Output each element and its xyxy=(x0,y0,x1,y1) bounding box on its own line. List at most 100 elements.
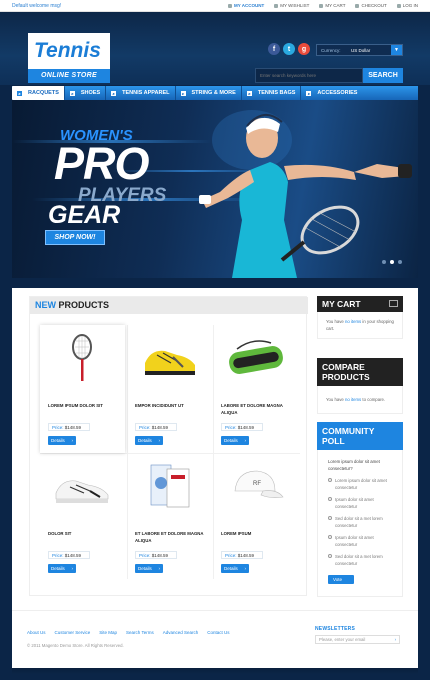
details-button[interactable]: Details xyxy=(135,436,163,445)
welcome-message: Default welcome msg! xyxy=(12,3,62,9)
tennis-strings-image[interactable] xyxy=(137,461,202,511)
my-wishlist-link[interactable]: MY WISHLIST xyxy=(274,3,309,8)
nav-item-shoes[interactable]: ▸ SHOES xyxy=(65,86,107,100)
product-price: Price: $148.59 xyxy=(48,551,90,559)
radio-icon[interactable] xyxy=(328,478,332,482)
banner-line-pro: PRO xyxy=(54,138,150,189)
arrow-icon: ▸ xyxy=(111,90,117,96)
footer-link-site-map[interactable]: Site Map xyxy=(99,630,117,635)
product-name[interactable]: EMPOR INCIDIDUNT UT xyxy=(135,402,210,409)
radio-icon[interactable] xyxy=(328,554,332,558)
twitter-icon[interactable]: t xyxy=(283,43,295,55)
user-icon xyxy=(227,3,232,8)
slider-dot[interactable] xyxy=(398,260,402,264)
footer-link-search-terms[interactable]: Search Terms xyxy=(126,630,154,635)
lock-icon xyxy=(396,3,401,8)
product-card[interactable]: LABORE ET DOLORE MAGNA ALIQUA Price: $14… xyxy=(213,325,298,453)
header: Tennis ONLINE STORE f t g Currency: US D… xyxy=(0,12,430,85)
newsletter-email-input[interactable]: Please, enter your email xyxy=(315,635,400,644)
nav-item-tennis-bags[interactable]: ▸ TENNIS BAGS xyxy=(242,86,302,100)
nav-item-tennis-apparel[interactable]: ▸ TENNIS APPAREL xyxy=(106,86,176,100)
shop-now-button[interactable]: SHOP NOW! xyxy=(45,230,105,245)
cart-items-link[interactable]: no items xyxy=(345,319,361,324)
compare-text: You have no items to compare. xyxy=(317,386,403,414)
nav-item-accessories[interactable]: ▸ ACCESSORIES xyxy=(301,86,362,100)
radio-icon[interactable] xyxy=(328,516,332,520)
details-button[interactable]: Details xyxy=(48,564,76,573)
product-card[interactable]: DOLOR SIT Price: $148.59 Details xyxy=(40,453,125,581)
facebook-icon[interactable]: f xyxy=(268,43,280,55)
product-card[interactable]: ET LABORE ET DOLORE MAGNA ALIQUA Price: … xyxy=(127,453,212,581)
search-input[interactable] xyxy=(255,68,363,83)
banner-line-gear: GEAR xyxy=(48,201,121,229)
tennis-player-image xyxy=(199,110,412,278)
cart-icon xyxy=(319,3,324,8)
details-button[interactable]: Details xyxy=(135,564,163,573)
poll-title: COMMUNITY POLL xyxy=(317,422,403,450)
details-button[interactable]: Details xyxy=(221,564,249,573)
store-logo[interactable]: Tennis ONLINE STORE xyxy=(28,33,110,83)
product-price: Price: $148.59 xyxy=(221,551,263,559)
checkout-link[interactable]: CHECKOUT xyxy=(355,3,387,8)
my-account-link[interactable]: MY ACCOUNT xyxy=(227,3,264,8)
product-card[interactable]: LOREM IPSUM DOLOR SIT Price: $148.59 Det… xyxy=(40,325,125,453)
vote-button[interactable]: Vote xyxy=(328,575,354,584)
product-name[interactable]: LOREM IPSUM xyxy=(221,530,296,537)
tennis-shoe-yellow-image[interactable] xyxy=(137,333,202,383)
product-card[interactable]: RF LOREM IPSUM Price: $148.59 Details xyxy=(213,453,298,581)
social-links: f t g xyxy=(268,43,310,55)
footer: About Us Customer Service Site Map Searc… xyxy=(12,610,418,668)
tennis-bag-image[interactable] xyxy=(223,333,288,383)
compare-title: COMPARE PRODUCTS xyxy=(317,358,403,386)
arrow-icon: ▸ xyxy=(17,90,22,96)
logo-title: Tennis xyxy=(28,33,110,69)
product-price: Price: $148.59 xyxy=(48,423,90,431)
heart-icon xyxy=(274,3,279,8)
details-button[interactable]: Details xyxy=(221,436,249,445)
product-name[interactable]: LABORE ET DOLORE MAGNA ALIQUA xyxy=(221,402,296,416)
currency-select[interactable]: Currency: US Dollar ▼ xyxy=(316,44,403,56)
tennis-cap-image[interactable]: RF xyxy=(223,461,288,511)
my-cart-block: MY CART You have no items in your shoppi… xyxy=(317,296,403,339)
nav-item-string-more[interactable]: ▸ STRING & MORE xyxy=(176,86,242,100)
cart-icon xyxy=(389,300,398,307)
newsletter-block: NEWSLETTERS Please, enter your email xyxy=(315,626,400,644)
footer-link-advanced-search[interactable]: Advanced Search xyxy=(163,630,199,635)
footer-link-customer-service[interactable]: Customer Service xyxy=(55,630,91,635)
radio-icon[interactable] xyxy=(328,535,332,539)
footer-link-about-us[interactable]: About Us xyxy=(27,630,46,635)
footer-shadow xyxy=(12,668,418,674)
my-cart-text: You have no items in your shopping cart. xyxy=(317,312,403,339)
product-name[interactable]: ET LABORE ET DOLORE MAGNA ALIQUA xyxy=(135,530,210,544)
arrow-icon: ▸ xyxy=(306,90,312,96)
details-button[interactable]: Details xyxy=(48,436,76,445)
currency-label: Currency: xyxy=(321,47,341,53)
tennis-racquet-image[interactable] xyxy=(50,333,115,383)
product-price: Price: $148.59 xyxy=(221,423,263,431)
product-price: Price: $148.59 xyxy=(135,551,177,559)
my-cart-link[interactable]: MY CART xyxy=(319,3,345,8)
arrow-icon: ▸ xyxy=(69,90,75,96)
nav-item-racquets[interactable]: ▸ RACQUETS xyxy=(12,86,65,100)
hero-banner[interactable]: WOMEN'S PRO PLAYERS GEAR SHOP NOW! xyxy=(12,100,418,278)
radio-icon[interactable] xyxy=(328,497,332,501)
top-links: MY ACCOUNT MY WISHLIST MY CART CHECKOUT … xyxy=(227,3,418,8)
main-navigation: ▸ RACQUETS ▸ SHOES ▸ TENNIS APPAREL ▸ STRING… xyxy=(12,86,418,100)
login-link[interactable]: LOG IN xyxy=(396,3,418,8)
poll-option[interactable]: Ipsum dolor sit amet consectetur xyxy=(328,534,392,548)
chevron-down-icon[interactable]: ▼ xyxy=(391,45,402,55)
compare-items-link[interactable]: no items xyxy=(345,397,361,402)
poll-option[interactable]: Ipsum dolor sit amet consectetur xyxy=(328,496,392,510)
product-card[interactable]: EMPOR INCIDIDUNT UT Price: $148.59 Detai… xyxy=(127,325,212,453)
search-button[interactable]: SEARCH xyxy=(363,68,403,83)
product-name[interactable]: DOLOR SIT xyxy=(48,530,123,537)
poll-option[interactable]: Sed dolor sit a met lorem consectetur xyxy=(328,553,392,567)
slider-dot-active[interactable] xyxy=(390,260,394,264)
poll-option[interactable]: Lorem ipsum dolor sit amet consectetur xyxy=(328,477,392,491)
slider-dot[interactable] xyxy=(382,260,386,264)
footer-link-contact-us[interactable]: Contact Us xyxy=(207,630,229,635)
google-icon[interactable]: g xyxy=(298,43,310,55)
tennis-shoe-white-image[interactable] xyxy=(50,461,115,511)
product-name[interactable]: LOREM IPSUM DOLOR SIT xyxy=(48,402,123,409)
poll-option[interactable]: Sed dolor sit a met lorem consectetur xyxy=(328,515,392,529)
